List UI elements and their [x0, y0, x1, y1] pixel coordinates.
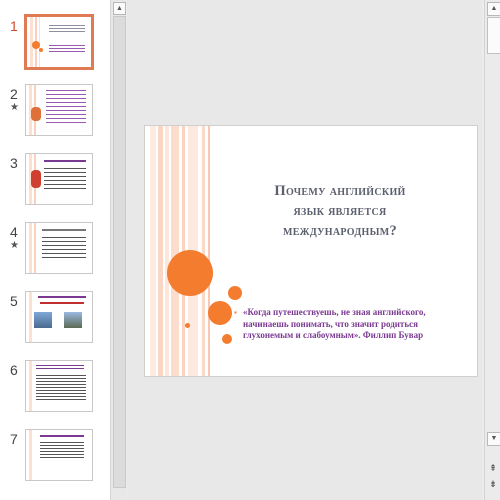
scroll-up-icon[interactable]: ▲	[487, 2, 500, 16]
slide-thumbnail-6[interactable]: 6	[0, 360, 110, 420]
slide-quote-text[interactable]: ▪ «Когда путешествуешь, не зная английск…	[234, 307, 453, 342]
slide-thumb-preview[interactable]	[25, 291, 93, 343]
slide-thumb-preview[interactable]	[25, 222, 93, 274]
thumbnail-scrollbar[interactable]: ▲	[110, 0, 126, 500]
slide-thumb-preview[interactable]	[25, 153, 93, 205]
slide-title-line: международным?	[282, 223, 398, 239]
bullet-icon: ▪	[234, 308, 237, 317]
quote-body: «Когда путешествуешь, не зная английског…	[243, 307, 426, 340]
decorative-circle-small	[228, 286, 242, 300]
slide-title-line: язык является	[293, 203, 387, 219]
editor-scrollbar[interactable]: ▲ ▼ ⇞ ⇟	[484, 0, 500, 500]
slide-thumbnail-pane: 1 2 ★ 3 4 ★ 5 6 7	[0, 0, 110, 500]
slide-number: 5	[10, 293, 18, 309]
decorative-circle-tiny	[185, 323, 190, 328]
slide-number: 1	[10, 18, 18, 34]
scroll-down-icon[interactable]: ▼	[487, 432, 500, 446]
scroll-thumb[interactable]	[487, 17, 500, 54]
slide-thumbnail-4[interactable]: 4 ★	[0, 222, 110, 282]
slide-thumb-preview[interactable]	[25, 360, 93, 412]
thumbnail-scroll-track[interactable]	[113, 16, 126, 488]
slide-number: 3	[10, 155, 18, 171]
slide-thumbnail-5[interactable]: 5	[0, 291, 110, 351]
slide-thumbnail-3[interactable]: 3	[0, 153, 110, 213]
scroll-up-icon[interactable]: ▲	[113, 2, 126, 15]
slide-thumb-preview[interactable]	[24, 14, 94, 70]
animation-star-icon: ★	[10, 102, 19, 113]
slide-thumb-preview[interactable]	[25, 429, 93, 481]
slide-number: 6	[10, 362, 18, 378]
slide-thumb-preview[interactable]	[25, 84, 93, 136]
slide-title-line: Почему английский	[274, 183, 406, 199]
next-slide-icon[interactable]: ⇟	[487, 478, 499, 490]
decorative-circle-small	[222, 334, 232, 344]
slide-number: 7	[10, 431, 18, 447]
slide-thumbnail-1[interactable]: 1	[0, 14, 110, 76]
previous-slide-icon[interactable]: ⇞	[487, 462, 499, 474]
decorative-circle-medium	[208, 301, 232, 325]
slide-thumbnail-2[interactable]: 2 ★	[0, 84, 110, 144]
current-slide-canvas[interactable]: Почему английский язык является междунар…	[144, 125, 478, 377]
slide-editor-area: Почему английский язык является междунар…	[127, 0, 482, 500]
slide-number: 2	[10, 86, 18, 102]
slide-number: 4	[10, 224, 18, 240]
slide-thumbnail-7[interactable]: 7	[0, 429, 110, 489]
decorative-circle-large	[167, 250, 213, 296]
animation-star-icon: ★	[10, 240, 19, 251]
slide-title[interactable]: Почему английский язык является междунар…	[240, 181, 440, 241]
